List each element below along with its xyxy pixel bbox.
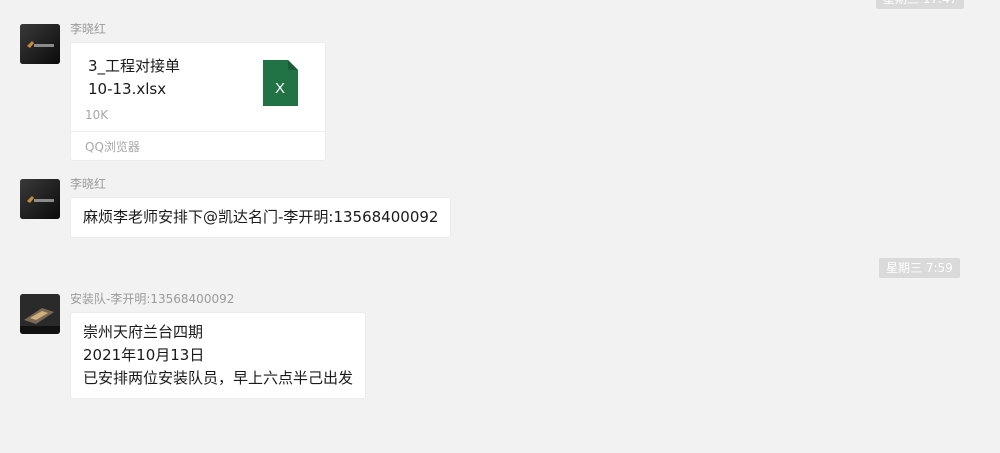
- file-message-card[interactable]: 3_工程对接单 10-13.xlsx X 10K QQ浏览器: [70, 42, 326, 161]
- message-text: 麻烦李老师安排下@凯达名门-李开明:13568400092: [83, 208, 439, 226]
- sender-name: 李晓红: [70, 177, 107, 191]
- file-name-line1: 3_工程对接单: [88, 57, 181, 75]
- sender-name: 李晓红: [70, 22, 107, 36]
- timestamp-badge: 星期三 7:59: [879, 258, 960, 278]
- sender-name: 安装队-李开明:13568400092: [70, 292, 235, 306]
- timestamp-badge: 星期三 17:47: [876, 0, 965, 9]
- message-line: 崇州天府兰台四期: [83, 323, 204, 341]
- excel-file-icon: X: [263, 60, 298, 106]
- file-source-label[interactable]: QQ浏览器: [85, 138, 140, 155]
- file-footer: QQ浏览器: [71, 131, 325, 161]
- file-name: 3_工程对接单 10-13.xlsx: [88, 55, 238, 101]
- text-message-bubble[interactable]: 崇州天府兰台四期 2021年10月13日 已安排两位安装队员，早上六点半己出发: [70, 312, 367, 399]
- file-size: 10K: [85, 108, 109, 122]
- chat-window: 星期三 17:47 李晓红 3_工程对接单 10-13.xlsx: [0, 0, 1000, 453]
- avatar[interactable]: [20, 179, 60, 219]
- file-name-line2: 10-13.xlsx: [88, 80, 167, 98]
- message-line: 2021年10月13日: [83, 346, 205, 364]
- file-icon-letter: X: [275, 80, 285, 97]
- avatar[interactable]: [20, 294, 60, 334]
- message-line: 已安排两位安装队员，早上六点半己出发: [83, 369, 354, 387]
- avatar[interactable]: [20, 24, 60, 64]
- text-message-bubble[interactable]: 麻烦李老师安排下@凯达名门-李开明:13568400092: [70, 197, 452, 238]
